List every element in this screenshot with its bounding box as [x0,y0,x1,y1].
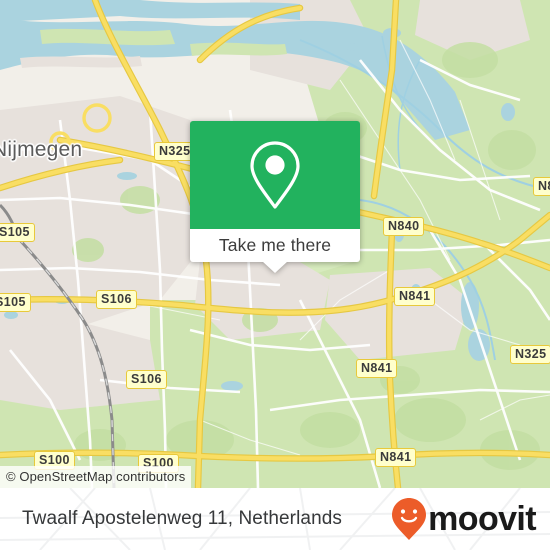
map-place-label-nijmegen: Nijmegen [0,138,83,161]
take-me-there-button[interactable]: Take me there [219,235,331,256]
location-address: Twaalf Apostelenweg 11, Netherlands [22,508,343,529]
road-shield: S105 [0,293,31,312]
map-pin-icon [250,141,300,209]
moovit-logo[interactable]: moovit [391,497,537,541]
road-shield: N841 [356,359,398,378]
map-attribution[interactable]: © OpenStreetMap contributors [0,466,192,488]
moovit-wordmark: moovit [428,500,536,538]
road-shield: N8 [533,177,550,196]
road-shield: S106 [126,370,167,389]
popup-footer[interactable]: Take me there [190,229,360,273]
road-shield: N840 [383,217,425,236]
footer-bar: Twaalf Apostelenweg 11, Netherlands moov… [0,488,550,550]
location-popup-card[interactable]: Take me there [190,121,360,273]
popup-tail-pointer [262,261,288,273]
map-canvas[interactable]: Nijmegen N325 S105 S106 S105 S106 S100 S… [0,0,550,488]
road-shield: N841 [375,448,417,467]
road-shield: S106 [96,290,137,309]
road-shield: N841 [394,287,436,306]
road-shield: N325 [510,345,550,364]
road-shield: S105 [0,223,35,242]
moovit-smiley-pin-icon [392,498,427,540]
popup-header [190,121,360,229]
